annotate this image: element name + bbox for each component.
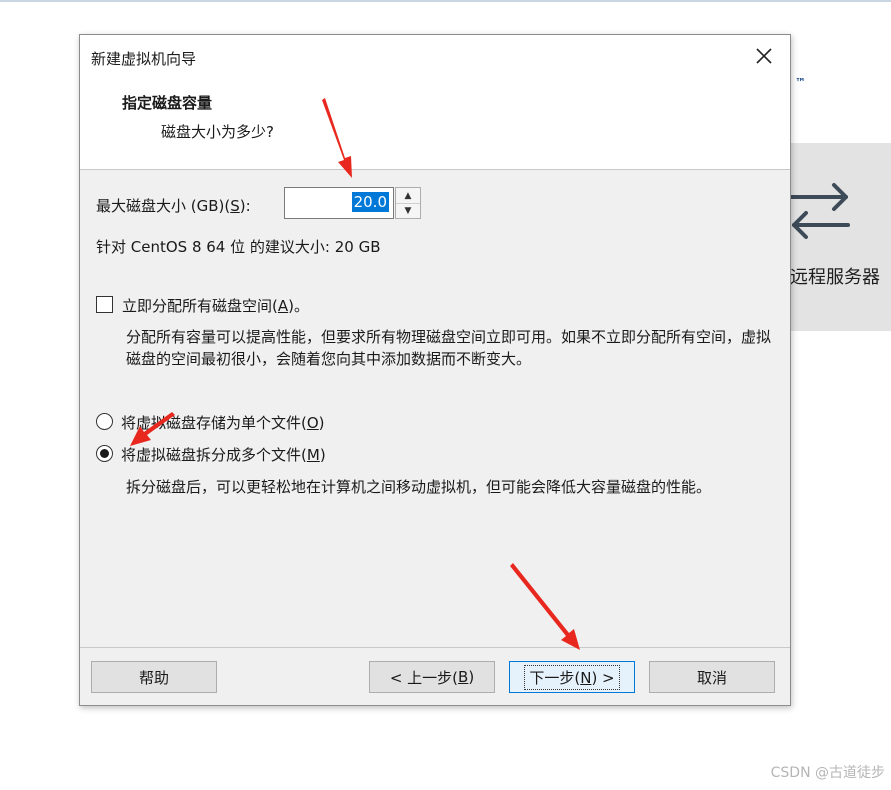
multi-file-description: 拆分磁盘后，可以更轻松地在计算机之间移动虚拟机，但可能会降低大容量磁盘的性能。: [126, 478, 712, 496]
title-bar: 新建虚拟机向导: [80, 35, 790, 79]
disk-size-input[interactable]: 20.0: [284, 187, 394, 219]
help-button[interactable]: 帮助: [91, 661, 217, 693]
disk-size-spinner[interactable]: ▲ ▼: [395, 187, 421, 219]
footer-divider: [80, 647, 790, 648]
single-file-radio[interactable]: [96, 413, 113, 430]
single-file-label[interactable]: 将虚拟磁盘存储为单个文件(O): [121, 412, 325, 433]
cancel-button[interactable]: 取消: [649, 661, 775, 693]
swap-arrows-icon: [790, 183, 850, 239]
back-button[interactable]: < 上一步(B): [369, 661, 495, 693]
close-icon[interactable]: [752, 44, 776, 68]
wizard-header: 指定磁盘容量 磁盘大小为多少?: [80, 79, 790, 170]
remote-server-tile[interactable]: [790, 143, 891, 331]
top-border: [0, 0, 891, 2]
remote-server-label: 远程服务器: [790, 267, 880, 288]
watermark: CSDN @古道徒步: [770, 765, 885, 781]
page-subtitle: 磁盘大小为多少?: [161, 123, 274, 141]
disk-size-value: 20.0: [351, 192, 389, 212]
allocate-all-checkbox[interactable]: [96, 296, 113, 313]
next-button-focus: 下一步(N) >: [524, 664, 620, 690]
allocate-all-label[interactable]: 立即分配所有磁盘空间(A)。: [122, 295, 309, 316]
spin-down-icon[interactable]: ▼: [396, 203, 420, 218]
next-button[interactable]: 下一步(N) >: [509, 661, 635, 693]
multi-file-label[interactable]: 将虚拟磁盘拆分成多个文件(M): [121, 444, 326, 465]
spin-up-icon[interactable]: ▲: [396, 188, 420, 204]
allocate-description: 分配所有容量可以提高性能，但要求所有物理磁盘空间立即可用。如果不立即分配所有空间…: [126, 328, 772, 368]
radio-selected-dot: [100, 449, 109, 458]
max-size-label: 最大磁盘大小 (GB)(S):: [96, 197, 251, 215]
trademark-mark: ™: [795, 76, 806, 89]
new-vm-wizard-dialog: 新建虚拟机向导 指定磁盘容量 磁盘大小为多少? 最大磁盘大小 (GB)(S): …: [79, 34, 791, 706]
multi-file-radio[interactable]: [96, 445, 113, 462]
recommended-size-text: 针对 CentOS 8 64 位 的建议大小: 20 GB: [96, 238, 381, 256]
window-title: 新建虚拟机向导: [91, 50, 197, 68]
page-title: 指定磁盘容量: [122, 94, 213, 112]
